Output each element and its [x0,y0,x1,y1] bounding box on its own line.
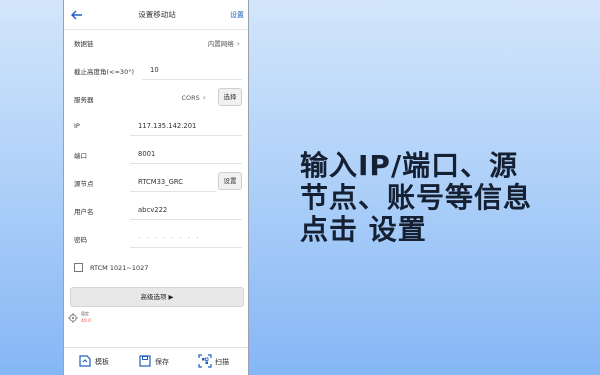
chevron-right-icon: › [202,93,206,102]
bottom-toolbar: 模板 保存 扫描 [64,347,248,375]
server-value: CORS [181,94,200,102]
server-label: 服务器 [74,96,94,104]
username-row: 用户名 abcv222 [72,200,242,222]
port-row: 端口 8001 [72,144,242,166]
server-row: 服务器 CORS › 选择 [72,88,242,110]
cutoff-input[interactable]: 10 [142,60,242,80]
caption-line-1: 输入IP/端口、源 [300,149,519,182]
phone-screen: 设置移动站 设置 数据链 内置网络 › 截止高度角(<=30°) 10 服务器 C… [63,0,249,375]
password-label: 密码 [74,236,87,244]
datalink-row[interactable]: 数据链 内置网络 › [72,32,242,54]
rtcm-label: RTCM 1021~1027 [90,264,149,272]
page-title: 设置移动站 [138,10,176,19]
template-label: 模板 [95,358,109,366]
username-label: 用户名 [74,208,94,216]
fix-status: 固定 40.0 [68,311,108,329]
scan-label: 扫描 [215,358,229,366]
password-input[interactable]: · · · · · · · · [130,228,242,248]
port-label: 端口 [74,152,87,160]
cutoff-row: 截止高度角(<=30°) 10 [72,60,242,82]
top-bar: 设置移动站 设置 [64,0,248,30]
port-input[interactable]: 8001 [130,144,242,164]
password-row: 密码 · · · · · · · · [72,228,242,250]
set-button[interactable]: 设置 [230,10,244,20]
server-select-button[interactable]: 选择 [218,88,242,106]
source-row: 源节点 RTCM33_GRC 设置 [72,172,242,194]
source-label: 源节点 [74,180,94,188]
caption-line-2: 节点、账号等信息 [300,181,533,214]
username-input[interactable]: abcv222 [130,200,242,220]
source-input[interactable]: RTCM33_GRC [130,172,216,192]
chevron-right-icon: › [236,39,240,48]
datalink-value: 内置网络 [207,40,234,48]
datalink-select[interactable]: 内置网络 › [207,38,240,49]
fix-status-label: 固定 [81,311,89,316]
gps-target-icon [68,313,78,323]
save-label: 保存 [155,358,169,366]
caption-line-3: 点击 设置 [300,213,427,246]
source-set-button[interactable]: 设置 [218,172,242,190]
advanced-options-button[interactable]: 高级选项 ▶ [70,287,244,307]
ip-input[interactable]: 117.135.142.201 [130,116,242,136]
datalink-label: 数据链 [74,40,94,48]
instruction-caption: 输入IP/端口、源 节点、账号等信息 点击 设置 [300,150,590,246]
ip-label: IP [74,122,80,130]
template-icon [79,355,91,367]
save-icon [139,355,151,367]
fix-status-value: 40.0 [81,319,92,324]
ip-row: IP 117.135.142.201 [72,116,242,138]
rtcm-checkbox[interactable] [74,263,83,272]
server-select[interactable]: CORS › [181,93,206,103]
cutoff-label: 截止高度角(<=30°) [74,68,134,76]
qr-scan-icon [198,354,212,368]
